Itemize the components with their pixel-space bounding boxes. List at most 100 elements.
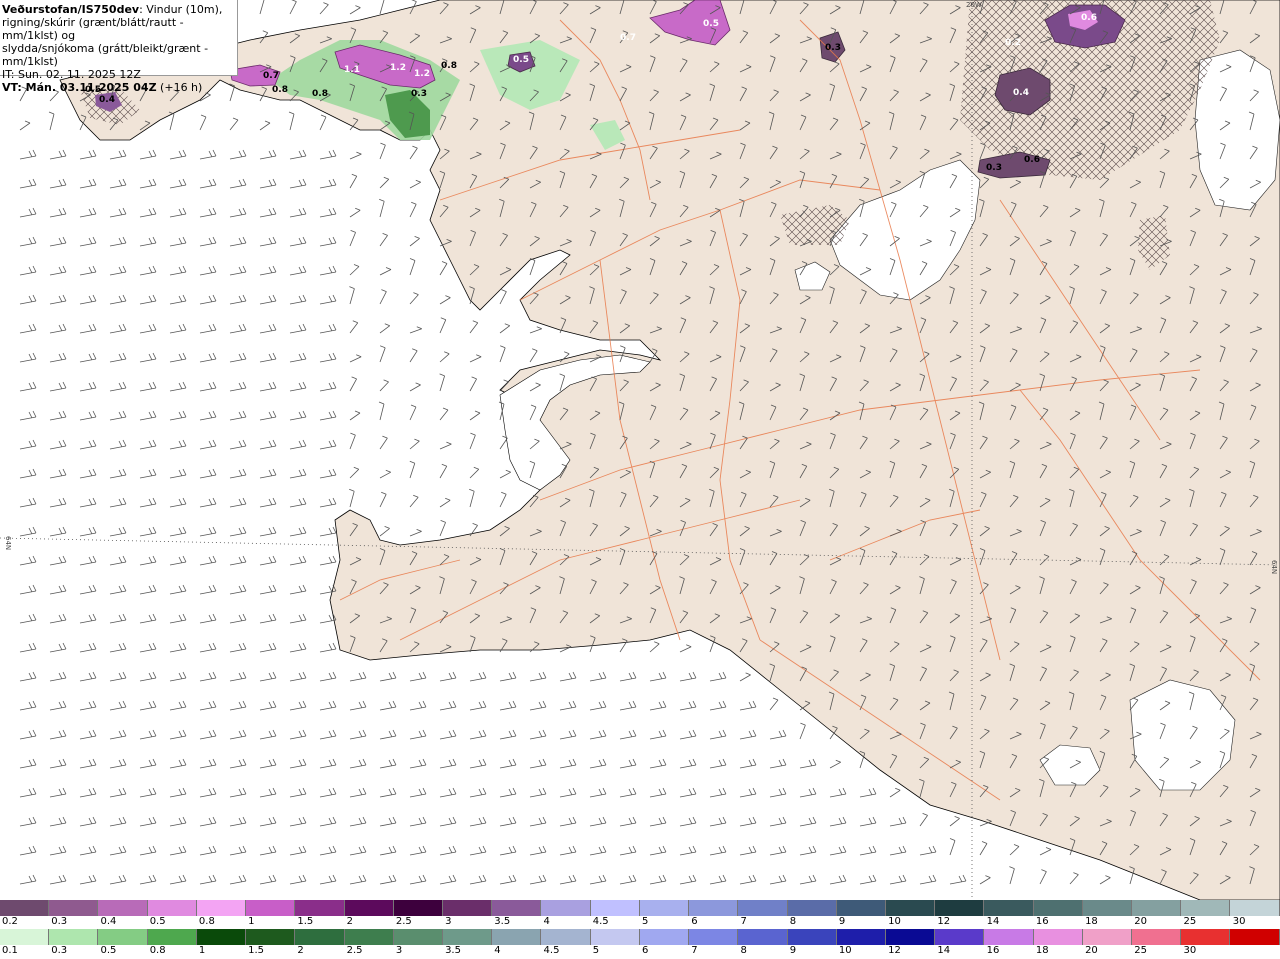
rain-scale-cell <box>442 929 493 945</box>
snow-scale-label: 30 <box>1232 916 1246 927</box>
rain-scale-cell <box>246 929 296 945</box>
snow-scale-cell <box>246 900 296 916</box>
snow-scale-cell <box>639 900 690 916</box>
snow-scale-label: 4.5 <box>592 916 609 927</box>
rain-scale-cell <box>984 929 1034 945</box>
rain-scale-label: 2.5 <box>346 945 363 956</box>
rain-scale-cell <box>98 929 148 945</box>
rain-scale-cell <box>1132 929 1182 945</box>
snow-scale-label: 0.2 <box>2 916 18 927</box>
snow-scale-cell <box>541 900 591 916</box>
snow-scale-label: 0.8 <box>198 916 215 927</box>
precip-value-label: 0.8 <box>312 89 328 99</box>
snow-scale-cell <box>0 900 50 916</box>
snow-scale-label: 7 <box>740 916 747 927</box>
issue-time: IT: Sun. 02. 11. 2025 12Z <box>2 68 141 81</box>
rain-scale-cell <box>295 929 345 945</box>
rain-scale-label: 20 <box>1085 945 1098 956</box>
snow-scale-cell <box>393 900 443 916</box>
description-line-3: slydda/snjókoma (grátt/bleikt/grænt - mm… <box>2 42 209 68</box>
description-line-1: : Vindur (10m), <box>139 3 223 16</box>
rain-scale-cell <box>492 929 542 945</box>
snow-scale-label: 0.4 <box>100 916 117 927</box>
snow-scale-cell <box>196 900 247 916</box>
snow-scale-cell <box>442 900 493 916</box>
snow-scale-label: 2.5 <box>395 916 412 927</box>
rain-scale-label: 4.5 <box>543 945 560 956</box>
rain-scale-cell <box>393 929 443 945</box>
snow-scale-cell <box>787 900 837 916</box>
snow-scale-cell <box>984 900 1034 916</box>
rain-scale-label: 8 <box>740 945 747 956</box>
snow-scale-cell <box>738 900 788 916</box>
snow-scale-cell <box>344 900 394 916</box>
description-line-2: rigning/skúrir (grænt/blátt/rautt - mm/1… <box>2 16 184 42</box>
precip-value-label: 0.8 <box>272 85 288 95</box>
precip-value-label: 0.7 <box>620 33 636 43</box>
snow-scale-cell <box>147 900 197 916</box>
meridian-label: 20W <box>966 1 982 9</box>
rain-scale-label: 7 <box>691 945 698 956</box>
snow-scale-label: 20 <box>1134 916 1148 927</box>
rain-scale-label: 0.5 <box>100 945 117 956</box>
rain-scale-label: 10 <box>838 945 852 956</box>
snow-scale-cell <box>935 900 985 916</box>
rain-scale-label: 12 <box>888 945 901 956</box>
precip-value-label: 1.1 <box>344 65 360 75</box>
precip-value-label: 0.6 <box>1024 155 1040 165</box>
rain-scale-label: 25 <box>1134 945 1148 956</box>
precip-value-label: 0.3 <box>411 89 427 99</box>
glacier <box>1194 49 1280 211</box>
source-title: Veðurstofan/IS750dev <box>2 3 140 16</box>
snow-scale-cell <box>1082 900 1133 916</box>
snow-scale-label: 4 <box>543 916 550 927</box>
map-header: Veðurstofan/IS750dev: Vindur (10m), rign… <box>0 0 238 94</box>
rain-scale-cell <box>1082 929 1133 945</box>
color-legend: 0.2 0.3 0.4 0.5 0.8 1 1.5 2 2.5 3 3.5 4 4.5 5 6 7 8 9 10 12… <box>0 900 1280 958</box>
precip-value-label: 0.4 <box>1013 88 1029 98</box>
precip-value-label: 0.2 <box>1005 38 1021 48</box>
precip-value-label: 0.6 <box>1081 13 1097 23</box>
snow-scale-label: 3.5 <box>494 916 511 927</box>
snow-scale-cell <box>590 900 640 916</box>
snow-scale-label: 1.5 <box>297 916 314 927</box>
snow-scale-cell <box>1230 900 1280 916</box>
snow-scale-label: 10 <box>888 916 901 927</box>
snow-scale-cell <box>1132 900 1182 916</box>
snow-scale-label: 0.3 <box>51 916 68 927</box>
rain-scale-label: 3 <box>395 945 403 956</box>
rain-scale-labels: 0.1 0.3 0.5 0.8 1 1.5 2 2.5 3 3.5 4 4.5 5 6 7 8 9 10 12 14 1… <box>0 945 1280 959</box>
snow-scale-label: 1 <box>248 916 255 927</box>
snow-scale-label: 3 <box>445 916 452 927</box>
snow-scale-cell <box>98 900 148 916</box>
rain-scale-cell <box>689 929 739 945</box>
snow-scale-bar <box>0 900 1280 916</box>
rain-scale-cell <box>935 929 985 945</box>
snow-scale-label: 5 <box>642 916 649 927</box>
rain-scale-cell <box>196 929 247 945</box>
rain-scale-cell <box>639 929 690 945</box>
rain-scale-bar <box>0 929 1280 945</box>
snow-scale-cell <box>1033 900 1083 916</box>
snow-scale-label: 16 <box>1035 916 1049 927</box>
precip-value-label: 0.3 <box>986 163 1002 173</box>
snow-scale-label: 18 <box>1085 916 1098 927</box>
latitude-label-left: 64N <box>4 536 12 550</box>
rain-scale-label: 0.3 <box>51 945 68 956</box>
snow-scale-label: 12 <box>937 916 951 927</box>
rain-scale-label: 9 <box>789 945 797 956</box>
snow-scale-label: 9 <box>838 916 846 927</box>
rain-scale-cell <box>541 929 591 945</box>
precip-value-label: 0.5 <box>513 55 529 65</box>
snow-scale-labels: 0.2 0.3 0.4 0.5 0.8 1 1.5 2 2.5 3 3.5 4 4.5 5 6 7 8 9 10 12… <box>0 916 1280 930</box>
rain-scale-label: 5 <box>592 945 600 956</box>
rain-scale-cell <box>147 929 197 945</box>
rain-scale-cell <box>885 929 936 945</box>
precip-value-label: 1.2 <box>390 63 406 73</box>
rain-scale-cell <box>738 929 788 945</box>
rain-scale-label: 1 <box>198 945 206 956</box>
latitude-label-right: 64N <box>1270 560 1278 574</box>
rain-scale-label: 0.1 <box>2 945 18 956</box>
snow-scale-label: 14 <box>986 916 1000 927</box>
snow-scale-cell <box>836 900 886 916</box>
